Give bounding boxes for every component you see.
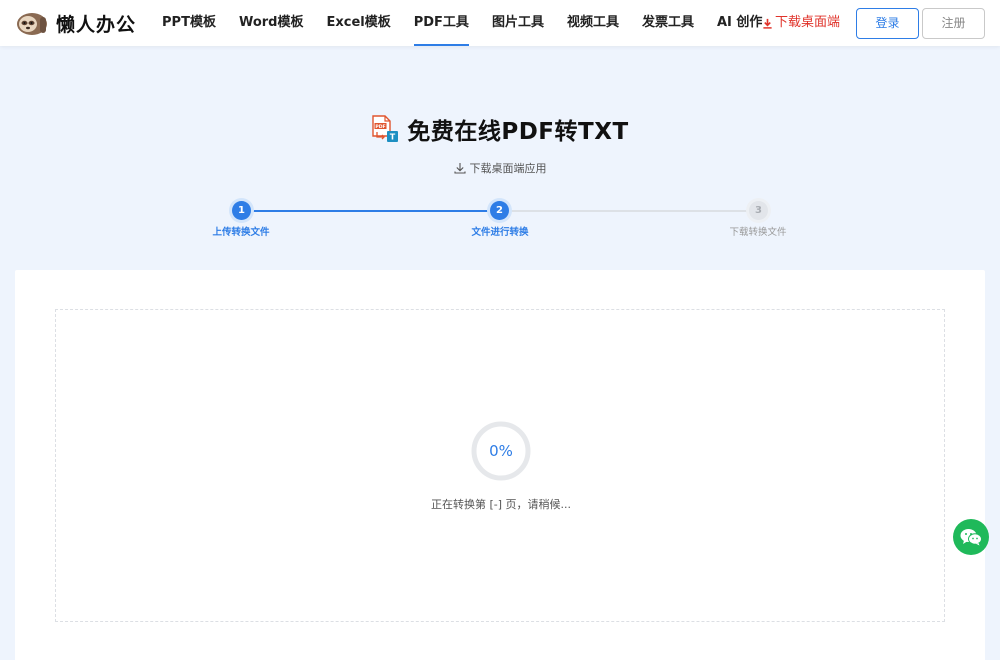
top-navigation-bar: 懒人办公 PPT模板 Word模板 Excel模板 PDF工具 图片工具 视频工… bbox=[0, 0, 1000, 46]
download-desktop-app-label: 下载桌面端应用 bbox=[469, 162, 547, 175]
conversion-steps: 1 上传转换文件 2 文件进行转换 3 下载转换文件 bbox=[0, 200, 1000, 240]
nav-image-tools[interactable]: 图片工具 bbox=[492, 0, 544, 46]
download-desktop-label: 下载桌面端 bbox=[775, 15, 841, 30]
svg-text:T: T bbox=[390, 133, 396, 142]
nav-word-templates[interactable]: Word模板 bbox=[239, 0, 304, 46]
login-button[interactable]: 登录 bbox=[856, 8, 919, 39]
svg-text:PDF: PDF bbox=[376, 124, 386, 130]
download-desktop-app-link[interactable]: 下载桌面端应用 bbox=[0, 160, 1000, 176]
main-nav: PPT模板 Word模板 Excel模板 PDF工具 图片工具 视频工具 发票工… bbox=[162, 0, 785, 46]
step-2-label: 文件进行转换 bbox=[471, 227, 529, 238]
step-2-marker: 2 bbox=[490, 201, 509, 220]
register-button[interactable]: 注册 bbox=[922, 8, 985, 39]
logo[interactable]: 懒人办公 bbox=[14, 9, 136, 37]
wechat-icon bbox=[960, 529, 982, 546]
download-arrow-icon bbox=[453, 163, 466, 174]
page-title: 免费在线PDF转TXT bbox=[407, 119, 629, 145]
step-connector-2 bbox=[509, 210, 759, 212]
logo-text: 懒人办公 bbox=[56, 13, 137, 36]
nav-pdf-tools[interactable]: PDF工具 bbox=[413, 0, 470, 46]
conversion-area: 0% 正在转换第 [-] 页，请稍候... bbox=[55, 309, 945, 622]
wechat-float-button[interactable] bbox=[953, 519, 989, 555]
pdf-to-txt-icon: PDF T bbox=[372, 115, 399, 142]
download-icon bbox=[763, 18, 772, 29]
step-1-label: 上传转换文件 bbox=[212, 227, 270, 238]
nav-ai-creation[interactable]: AI 创作 bbox=[717, 0, 762, 46]
step-connector-1 bbox=[250, 210, 500, 212]
nav-video-tools[interactable]: 视频工具 bbox=[567, 0, 619, 46]
conversion-status: 正在转换第 [-] 页，请稍候... bbox=[430, 498, 572, 511]
nav-invoice-tools[interactable]: 发票工具 bbox=[642, 0, 694, 46]
nav-excel-templates[interactable]: Excel模板 bbox=[326, 0, 390, 46]
progress-ring: 0% bbox=[470, 420, 532, 482]
step-3-marker: 3 bbox=[749, 201, 768, 220]
nav-ppt-templates[interactable]: PPT模板 bbox=[162, 0, 216, 46]
download-desktop-link[interactable]: 下载桌面端 bbox=[762, 0, 840, 46]
conversion-panel: 0% 正在转换第 [-] 页，请稍候... bbox=[15, 270, 985, 660]
step-1-marker: 1 bbox=[232, 201, 251, 220]
progress-percentage: 0% bbox=[489, 442, 513, 460]
sloth-logo-icon bbox=[17, 13, 47, 35]
page-title-row: PDF T 免费在线PDF转TXT bbox=[0, 112, 1000, 146]
step-3-label: 下载转换文件 bbox=[729, 227, 787, 238]
